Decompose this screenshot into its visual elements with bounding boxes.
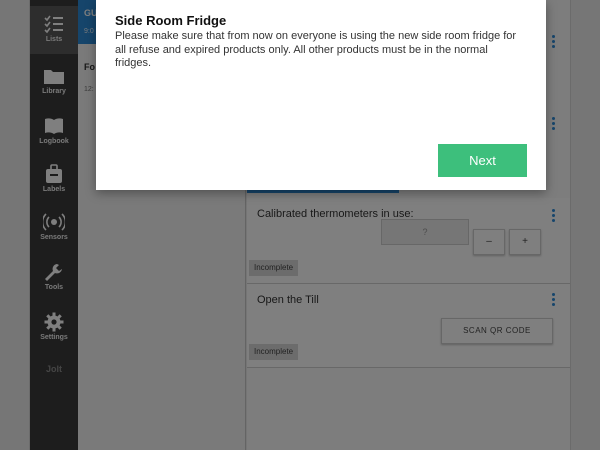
dialog-body: Please make sure that from now on everyo… bbox=[115, 30, 517, 69]
dialog-title: Side Room Fridge bbox=[115, 13, 227, 28]
announcement-dialog: Side Room Fridge Please make sure that f… bbox=[96, 0, 546, 190]
next-button[interactable]: Next bbox=[438, 144, 527, 177]
